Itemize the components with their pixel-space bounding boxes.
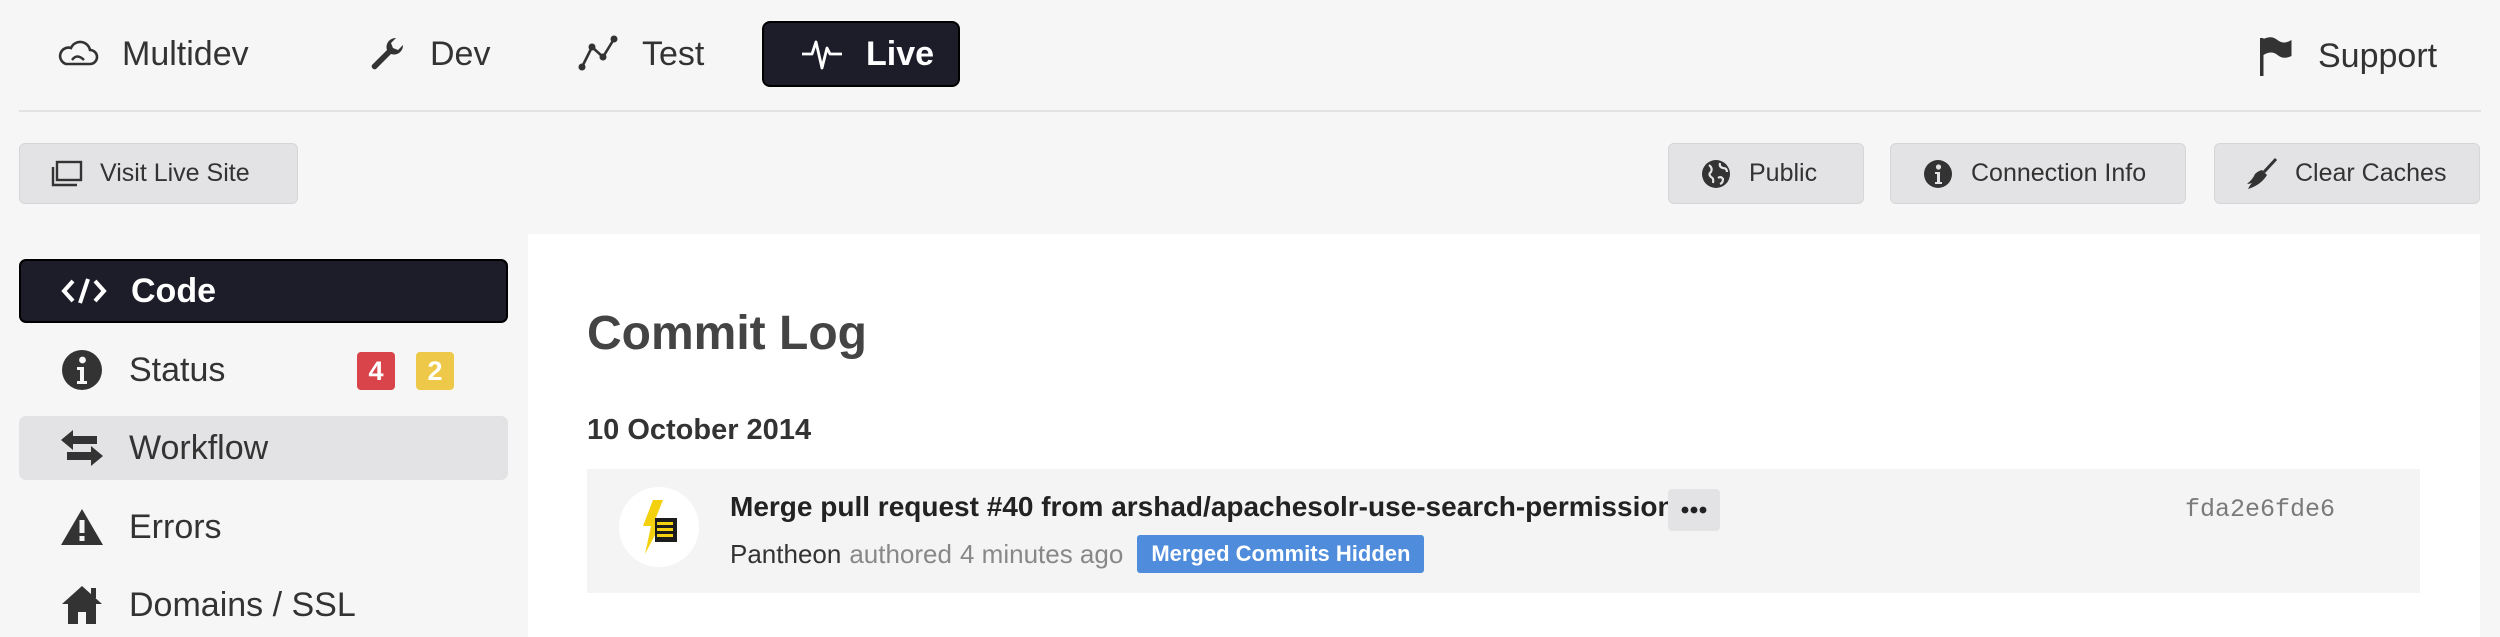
- sidebar-item-workflow[interactable]: Workflow: [19, 416, 508, 480]
- window-icon: [50, 157, 84, 191]
- clear-caches-button[interactable]: Clear Caches: [2214, 143, 2480, 204]
- commit-hash: fda2e6fde6: [2185, 495, 2336, 524]
- visit-live-site-button[interactable]: Visit Live Site: [19, 143, 298, 204]
- page-title: Commit Log: [587, 307, 867, 360]
- pulse-icon: [800, 32, 844, 76]
- cloud-icon: [56, 32, 100, 76]
- globe-icon: [1699, 157, 1733, 191]
- commit-author: Pantheon: [730, 538, 842, 569]
- main-panel: Commit Log 10 October 2014 Merge pull re…: [528, 234, 2480, 637]
- sidebar-item-label: Workflow: [129, 428, 269, 467]
- sidebar-item-label: Code: [131, 271, 216, 310]
- sidebar-item-label: Errors: [129, 507, 222, 546]
- commit-message[interactable]: Merge pull request #40 from arshad/apach…: [730, 491, 1690, 523]
- home-icon: [59, 582, 105, 628]
- button-label: Visit Live Site: [100, 159, 250, 187]
- nav-divider: [19, 110, 2481, 112]
- workflow-arrows-icon: [59, 425, 105, 471]
- sidebar-item-status[interactable]: Status 4 2: [19, 338, 508, 402]
- pantheon-logo-icon: [643, 500, 677, 554]
- sidebar-item-code[interactable]: Code: [19, 259, 508, 323]
- merged-commits-hidden-badge[interactable]: Merged Commits Hidden: [1137, 535, 1425, 573]
- button-label: Public: [1749, 159, 1818, 187]
- tab-test[interactable]: Test: [540, 21, 740, 87]
- tab-label: Live: [866, 34, 935, 73]
- tab-live[interactable]: Live: [762, 21, 960, 87]
- button-label: Clear Caches: [2295, 159, 2447, 187]
- tab-dev[interactable]: Dev: [328, 21, 526, 87]
- warning-count-badge: 2: [416, 352, 454, 390]
- wrench-icon: [364, 32, 408, 76]
- tab-label: Multidev: [122, 34, 249, 73]
- tab-label: Test: [642, 34, 705, 73]
- flag-icon: [2252, 34, 2296, 78]
- tab-multidev[interactable]: Multidev: [20, 21, 285, 87]
- avatar: [619, 487, 699, 567]
- tab-label: Support: [2318, 36, 2438, 75]
- sidebar-item-label: Domains / SSL: [129, 585, 356, 624]
- tab-label: Dev: [430, 34, 491, 73]
- public-button[interactable]: Public: [1668, 143, 1864, 204]
- error-count-badge: 4: [357, 352, 395, 390]
- commit-time: 4 minutes ago: [959, 538, 1124, 569]
- commit-date-heading: 10 October 2014: [587, 414, 812, 446]
- environment-tabs: Multidev Dev Test Live Support: [0, 0, 2500, 112]
- broom-icon: [2245, 157, 2279, 191]
- warning-icon: [59, 504, 105, 550]
- authored-text: authored: [849, 538, 952, 569]
- info-icon: [59, 347, 105, 393]
- connection-info-button[interactable]: Connection Info: [1890, 143, 2186, 204]
- commit-meta: Pantheon authored 4 minutes ago Merged C…: [730, 535, 1425, 573]
- sidebar-item-label: Status: [129, 350, 226, 389]
- sidebar-item-errors[interactable]: Errors: [19, 495, 508, 559]
- code-icon: [61, 268, 107, 314]
- expand-commit-button[interactable]: [1668, 489, 1720, 531]
- ellipsis-icon: [1681, 506, 1707, 514]
- sidebar-item-domains-ssl[interactable]: Domains / SSL: [19, 573, 508, 637]
- commit-row: Merge pull request #40 from arshad/apach…: [587, 469, 2420, 593]
- button-label: Connection Info: [1971, 159, 2147, 187]
- info-icon: [1921, 157, 1955, 191]
- line-chart-icon: [576, 32, 620, 76]
- support-link[interactable]: Support: [2216, 23, 2473, 89]
